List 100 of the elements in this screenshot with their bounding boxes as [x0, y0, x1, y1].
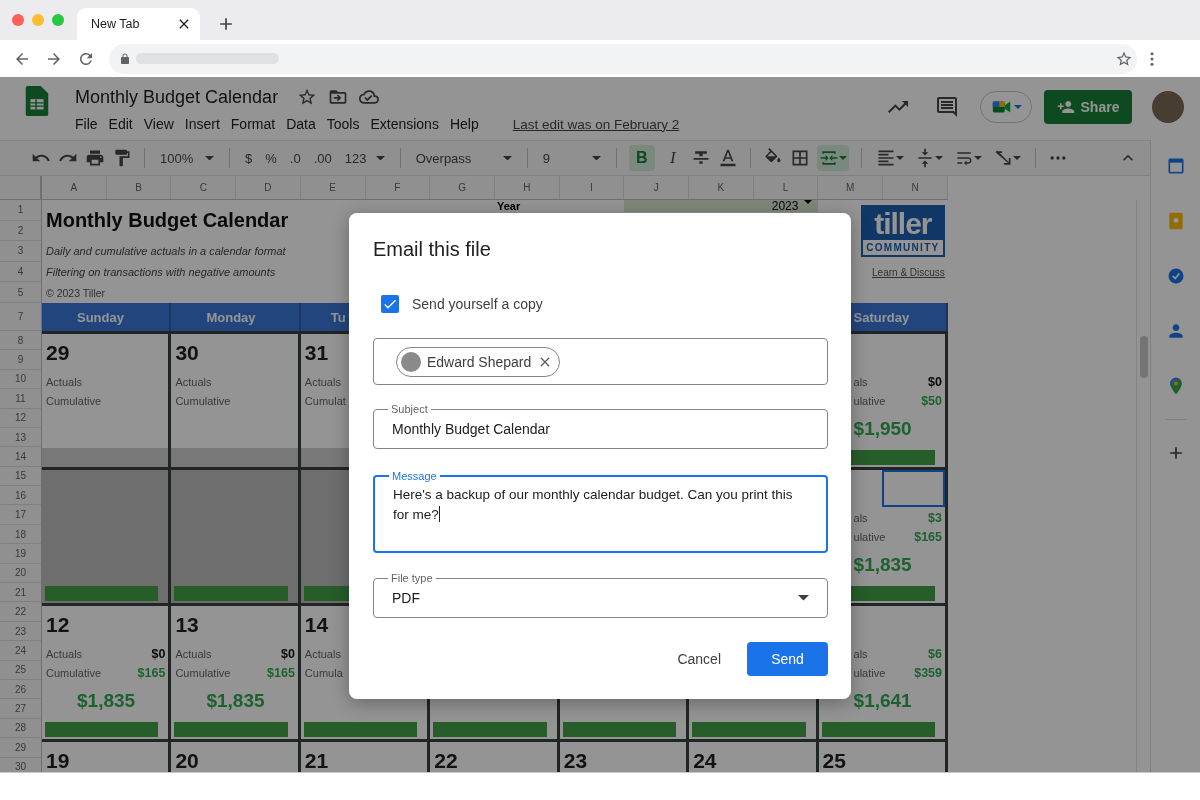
learn-discuss-link[interactable]: Learn & Discuss	[872, 266, 945, 278]
calendar-cell[interactable]	[171, 470, 301, 603]
column-header[interactable]: C	[171, 176, 237, 199]
total-amount: $1,950	[852, 418, 912, 440]
column-header[interactable]: F	[365, 176, 431, 199]
zoom-dropdown[interactable]: 100%	[157, 145, 217, 171]
row-header[interactable]: 27	[0, 699, 41, 719]
row-header[interactable]: 9	[0, 350, 41, 370]
decrease-decimals-button[interactable]: .0	[286, 145, 304, 171]
amount: $3	[928, 510, 942, 525]
checkbox[interactable]	[381, 295, 399, 313]
row-header[interactable]: 19	[0, 544, 41, 564]
row-label: als	[852, 375, 868, 388]
merge-cells-icon	[818, 148, 839, 168]
row-header[interactable]: 5	[0, 282, 41, 303]
row-header[interactable]: 24	[0, 641, 41, 661]
menu-item[interactable]: Format	[230, 116, 276, 132]
calendar-cell[interactable]	[42, 470, 172, 603]
column-header[interactable]: H	[494, 176, 560, 199]
share-button[interactable]: Share	[1044, 90, 1132, 124]
row-header[interactable]: 7	[0, 302, 41, 331]
merge-cells-button[interactable]	[816, 145, 849, 171]
avatar[interactable]	[1152, 91, 1184, 123]
number-format-dropdown[interactable]: 123	[341, 145, 388, 171]
print-icon[interactable]	[85, 148, 105, 168]
column-header[interactable]: L	[753, 176, 819, 199]
year-label: Year	[495, 200, 522, 212]
caret-icon	[1013, 105, 1022, 109]
row-header[interactable]: 21	[0, 583, 41, 603]
menu-item[interactable]: Insert	[184, 116, 220, 132]
column-header[interactable]: N	[883, 176, 948, 199]
column-header[interactable]: M	[818, 176, 884, 199]
bold-button[interactable]: B	[628, 145, 655, 171]
calendar-cell[interactable]: 29 Actuals Cumulative	[42, 334, 172, 467]
logo-tagline: COMMUNITY	[862, 240, 943, 255]
row-header[interactable]: 1	[0, 200, 41, 221]
row-header[interactable]: 4	[0, 261, 41, 283]
menu-item[interactable]: Data	[286, 116, 316, 132]
document-title[interactable]: Monthly Budget Calendar	[75, 86, 279, 108]
cancel-button[interactable]: Cancel	[661, 642, 737, 676]
close-window-button[interactable]	[12, 14, 24, 26]
menu-item[interactable]: Edit	[108, 116, 133, 132]
column-header[interactable]: G	[430, 176, 495, 199]
day-number: 25	[821, 749, 846, 772]
column-header[interactable]: E	[300, 176, 366, 199]
percent-button[interactable]: %	[262, 145, 280, 171]
row-label: ulative	[852, 394, 886, 407]
column-header[interactable]: J	[624, 176, 690, 199]
column-header[interactable]: A	[42, 176, 107, 199]
scrollbar[interactable]	[1139, 336, 1148, 378]
calendar-cell[interactable]: 12 Actuals $0 Cumulative $165 $1,835	[42, 606, 172, 739]
row-header[interactable]: 26	[0, 680, 41, 700]
row-header[interactable]: 18	[0, 524, 41, 545]
row-header[interactable]: 16	[0, 486, 41, 506]
cell-selection[interactable]	[881, 470, 945, 508]
column-header[interactable]: I	[559, 176, 625, 199]
day-number: 14	[303, 613, 329, 637]
row-header[interactable]: 12	[0, 408, 41, 428]
currency-button[interactable]: $	[242, 145, 256, 171]
font-dropdown[interactable]: Overpass	[412, 145, 515, 171]
menu-item[interactable]: Help	[449, 116, 479, 132]
menu-item[interactable]: View	[143, 116, 174, 132]
row-header[interactable]: 29	[0, 738, 41, 758]
last-edit-link[interactable]: Last edit was on February 2	[512, 116, 680, 132]
row-header[interactable]: 3	[0, 241, 41, 262]
row-label: Actuals	[304, 375, 341, 388]
row-header[interactable]: 10	[0, 369, 41, 390]
comment-icon[interactable]	[935, 95, 959, 119]
row-header[interactable]: 28	[0, 718, 41, 739]
row-header[interactable]: 22	[0, 602, 41, 622]
row-header[interactable]: 14	[0, 447, 41, 467]
italic-button[interactable]: I	[661, 145, 684, 171]
calendar-cell[interactable]: 13 Actuals $0 Cumulative $165 $1,835	[171, 606, 301, 739]
field-label: Message	[389, 469, 440, 483]
browser-tab[interactable]: New Tab	[77, 8, 200, 40]
font-size-dropdown[interactable]: 9	[539, 145, 604, 171]
row-label: ulative	[852, 666, 886, 679]
column-header[interactable]: D	[236, 176, 301, 199]
menu-item[interactable]: File	[75, 116, 98, 132]
paint-format-icon[interactable]	[112, 148, 132, 168]
folder-icon[interactable]	[328, 87, 349, 107]
row-header[interactable]: 11	[0, 389, 41, 409]
calendar-cell[interactable]: 30 Actuals Cumulative	[171, 334, 301, 467]
send-button[interactable]: Send	[747, 642, 828, 676]
year-dropdown[interactable]: 2023	[624, 200, 819, 212]
row-header[interactable]: 25	[0, 660, 41, 680]
row-header[interactable]: 23	[0, 621, 41, 642]
row-header[interactable]: 20	[0, 563, 41, 584]
increase-decimals-button[interactable]: .00	[310, 145, 335, 171]
menu-item[interactable]: Tools	[326, 116, 360, 132]
column-header[interactable]: B	[106, 176, 172, 199]
row-header[interactable]: 17	[0, 505, 41, 525]
recipients-field[interactable]: Edward Shepard	[373, 338, 828, 385]
row-header[interactable]: 15	[0, 466, 41, 487]
row-header[interactable]: 30	[0, 757, 41, 772]
row-header[interactable]: 2	[0, 220, 41, 242]
menu-item[interactable]: Extensions	[370, 116, 439, 132]
row-header[interactable]: 8	[0, 330, 41, 351]
row-header[interactable]: 13	[0, 427, 41, 448]
column-header[interactable]: K	[689, 176, 754, 199]
